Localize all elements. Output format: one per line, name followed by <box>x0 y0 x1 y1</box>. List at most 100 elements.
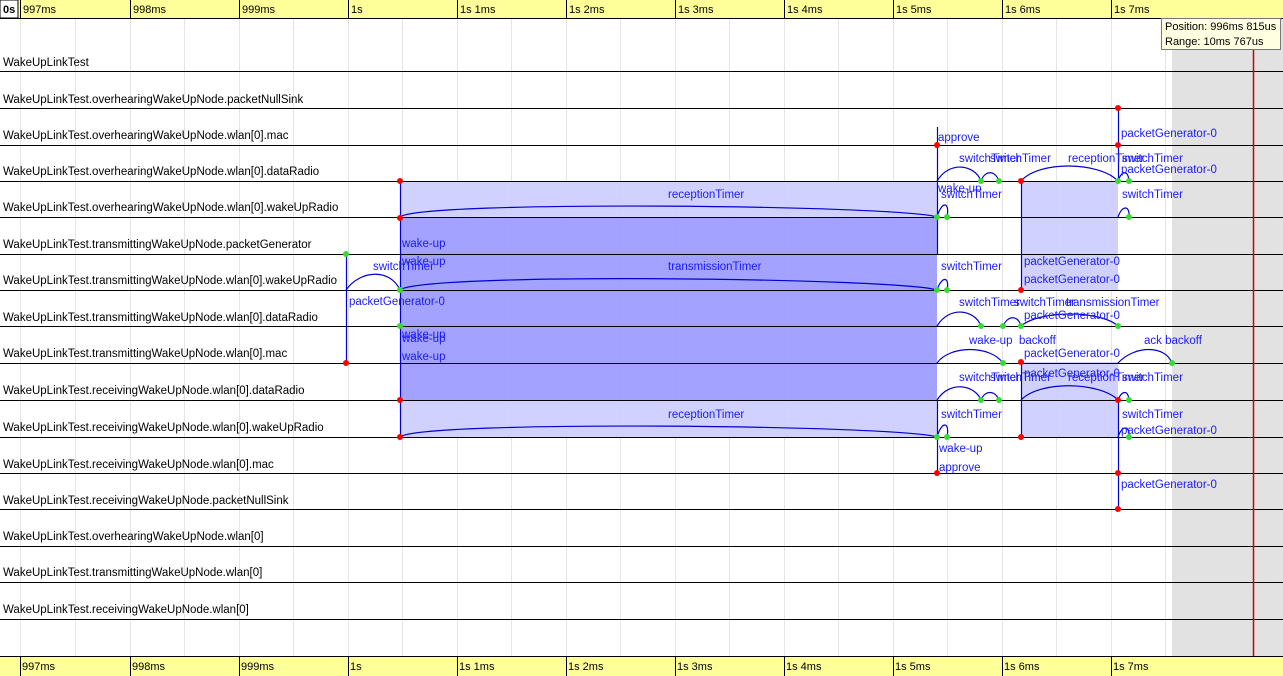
event-dot[interactable] <box>343 251 349 257</box>
event-label[interactable]: packetGenerator-0 <box>1121 128 1217 140</box>
event-dot[interactable] <box>1000 360 1006 366</box>
message-arrow[interactable] <box>936 386 982 401</box>
message-arrow[interactable] <box>936 348 1004 364</box>
event-dot[interactable] <box>996 178 1002 184</box>
event-dot[interactable] <box>944 214 950 220</box>
event-label[interactable]: packetGenerator-0 <box>1024 256 1120 268</box>
top-ruler[interactable] <box>0 0 1283 18</box>
event-dot[interactable] <box>1115 506 1121 512</box>
event-label[interactable]: switchTimer <box>1122 409 1183 421</box>
event-dot[interactable] <box>397 434 403 440</box>
event-label[interactable]: switchTimer <box>1122 372 1183 384</box>
lane-label[interactable]: WakeUpLinkTest.transmittingWakeUpNode.wl… <box>3 275 337 287</box>
event-dot[interactable] <box>1018 287 1024 293</box>
event-dot[interactable] <box>1169 360 1175 366</box>
lane-label[interactable]: WakeUpLinkTest.receivingWakeUpNode.packe… <box>3 495 289 507</box>
event-dot[interactable] <box>1126 397 1132 403</box>
event-label[interactable]: wake-up <box>401 351 445 363</box>
event-dot[interactable] <box>1115 397 1121 403</box>
event-label[interactable]: packetGenerator-0 <box>1121 425 1217 437</box>
event-dot[interactable] <box>934 214 940 220</box>
event-label[interactable]: packetGenerator-0 <box>1024 274 1120 286</box>
event-dot[interactable] <box>934 434 940 440</box>
event-dot[interactable] <box>1126 178 1132 184</box>
event-label[interactable]: backoff <box>1019 335 1057 347</box>
event-label[interactable]: wake-up <box>401 238 445 250</box>
event-label[interactable]: approve <box>939 462 981 474</box>
event-label[interactable]: ack backoff <box>1144 335 1203 347</box>
event-label[interactable]: packetGenerator-0 <box>1024 310 1120 322</box>
event-label[interactable]: packetGenerator-0 <box>1121 164 1217 176</box>
event-label[interactable]: transmissionTimer <box>1066 297 1160 309</box>
event-dot[interactable] <box>397 397 403 403</box>
event-label[interactable]: approve <box>938 132 980 144</box>
event-dot[interactable] <box>944 287 950 293</box>
lane-label[interactable]: WakeUpLinkTest <box>3 57 90 69</box>
lane-label[interactable]: WakeUpLinkTest.overhearingWakeUpNode.wla… <box>3 130 289 142</box>
event-label[interactable]: wake-up <box>968 335 1012 347</box>
event-label[interactable]: packetGenerator-0 <box>349 296 445 308</box>
lane-label[interactable]: WakeUpLinkTest.receivingWakeUpNode.wlan[… <box>3 385 305 397</box>
event-label[interactable]: switchTimer <box>1122 189 1183 201</box>
lane-label[interactable]: WakeUpLinkTest.transmittingWakeUpNode.wl… <box>3 567 262 579</box>
event-dot[interactable] <box>1018 178 1024 184</box>
event-dot[interactable] <box>1115 470 1121 476</box>
lane-label[interactable]: WakeUpLinkTest.overhearingWakeUpNode.wla… <box>3 531 264 543</box>
sequence-chart[interactable]: WakeUpLinkTest WakeUpLinkTest.overhearing… <box>0 0 1283 676</box>
event-dot[interactable] <box>397 287 403 293</box>
lane-label[interactable]: WakeUpLinkTest.receivingWakeUpNode.wlan[… <box>3 459 274 471</box>
message-arrow[interactable] <box>345 273 401 291</box>
event-dot[interactable] <box>944 434 950 440</box>
lane-label[interactable]: WakeUpLinkTest.transmittingWakeUpNode.wl… <box>3 312 318 324</box>
message-arrow[interactable] <box>936 166 982 182</box>
event-dot[interactable] <box>978 397 984 403</box>
event-dot[interactable] <box>996 397 1002 403</box>
event-dot[interactable] <box>1000 323 1006 329</box>
tick-label: 998ms <box>132 661 166 673</box>
event-dot[interactable] <box>397 178 403 184</box>
event-label[interactable]: switchTimer <box>373 261 434 273</box>
bottom-ruler[interactable] <box>0 656 1283 676</box>
lane-label[interactable]: WakeUpLinkTest.overhearingWakeUpNode.wla… <box>3 202 338 214</box>
event-label[interactable]: switchTimer <box>990 153 1051 165</box>
tick-label: 1s 4ms <box>787 4 823 16</box>
event-dot[interactable] <box>1115 323 1121 329</box>
event-dot[interactable] <box>1126 214 1132 220</box>
tick-label: 1s 2ms <box>569 4 605 16</box>
lane-label[interactable]: WakeUpLinkTest.transmittingWakeUpNode.pa… <box>3 239 312 251</box>
event-dot[interactable] <box>934 287 940 293</box>
event-dot[interactable] <box>1018 323 1024 329</box>
event-label[interactable]: receptionTimer <box>668 189 744 201</box>
lane-label[interactable]: WakeUpLinkTest.receivingWakeUpNode.wlan[… <box>3 604 249 616</box>
tooltip-position: Position: 996ms 815us <box>1165 21 1277 33</box>
event-label[interactable]: switchTimer <box>941 409 1002 421</box>
tick-label: 1s <box>350 661 362 673</box>
tick-label: 1s 6ms <box>1004 661 1040 673</box>
event-label[interactable]: switchTimer <box>990 372 1051 384</box>
event-dot[interactable] <box>397 215 403 221</box>
event-dot[interactable] <box>1018 434 1024 440</box>
event-dot[interactable] <box>1115 142 1121 148</box>
message-arrow[interactable] <box>936 311 982 327</box>
event-label[interactable]: transmissionTimer <box>668 261 762 273</box>
lane-label[interactable]: WakeUpLinkTest.transmittingWakeUpNode.wl… <box>3 348 287 360</box>
event-dot[interactable] <box>1115 105 1121 111</box>
event-dot[interactable] <box>343 360 349 366</box>
tick-label: 999ms <box>242 4 276 16</box>
lane-label[interactable]: WakeUpLinkTest.overhearingWakeUpNode.pac… <box>3 94 303 106</box>
lane-label[interactable]: WakeUpLinkTest.overhearingWakeUpNode.wla… <box>3 166 319 178</box>
lane-label[interactable]: WakeUpLinkTest.receivingWakeUpNode.wlan[… <box>3 422 324 434</box>
sequence-chart-canvas[interactable]: WakeUpLinkTest WakeUpLinkTest.overhearing… <box>0 0 1283 676</box>
event-dot[interactable] <box>978 323 984 329</box>
event-label[interactable]: receptionTimer <box>668 409 744 421</box>
message-arrow[interactable] <box>1020 165 1119 182</box>
event-label[interactable]: packetGenerator-0 <box>1024 348 1120 360</box>
event-label[interactable]: switchTimer <box>941 189 1002 201</box>
event-label[interactable]: wake-up <box>401 333 445 345</box>
event-label[interactable]: packetGenerator-0 <box>1121 479 1217 491</box>
event-label[interactable]: switchTimer <box>959 297 1020 309</box>
event-label[interactable]: wake-up <box>938 443 982 455</box>
event-label[interactable]: switchTimer <box>941 261 1002 273</box>
message-arrow[interactable] <box>1117 349 1173 364</box>
event-dot[interactable] <box>1115 178 1121 184</box>
